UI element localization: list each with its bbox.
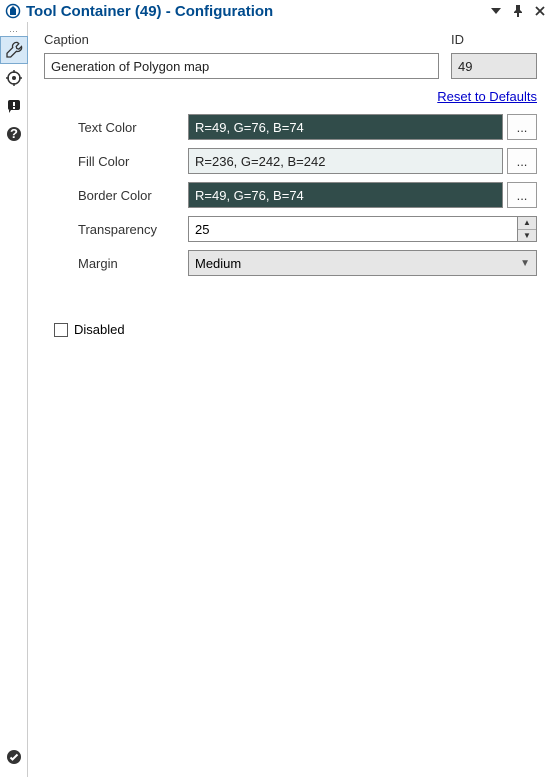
titlebar-controls bbox=[487, 2, 549, 20]
border-color-swatch[interactable]: R=49, G=76, B=74 bbox=[188, 182, 503, 208]
close-button[interactable] bbox=[531, 2, 549, 20]
id-label: ID bbox=[451, 32, 537, 47]
dropdown-button[interactable] bbox=[487, 2, 505, 20]
svg-text:?: ? bbox=[10, 126, 18, 141]
fill-color-label: Fill Color bbox=[78, 154, 188, 169]
text-color-value: R=49, G=76, B=74 bbox=[195, 120, 304, 135]
fill-color-swatch[interactable]: R=236, G=242, B=242 bbox=[188, 148, 503, 174]
text-color-picker-button[interactable]: ... bbox=[507, 114, 537, 140]
titlebar-title: Tool Container (49) - Configuration bbox=[26, 3, 487, 20]
caption-input[interactable] bbox=[44, 53, 439, 79]
chevron-down-icon: ▼ bbox=[520, 258, 530, 269]
titlebar: Tool Container (49) - Configuration bbox=[0, 0, 553, 22]
wrench-icon bbox=[5, 41, 23, 59]
caption-label: Caption bbox=[44, 32, 435, 47]
help-icon: ? bbox=[6, 126, 22, 142]
sidebar-messages-tab[interactable] bbox=[0, 92, 28, 120]
target-icon bbox=[6, 70, 22, 86]
transparency-label: Transparency bbox=[78, 222, 188, 237]
disabled-label: Disabled bbox=[74, 322, 125, 337]
sidebar-target-tab[interactable] bbox=[0, 64, 28, 92]
pin-button[interactable] bbox=[509, 2, 527, 20]
fill-color-value: R=236, G=242, B=242 bbox=[195, 154, 325, 169]
tool-container-icon bbox=[4, 2, 22, 20]
border-color-picker-button[interactable]: ... bbox=[507, 182, 537, 208]
warning-icon bbox=[6, 98, 22, 114]
sidebar-config-tab[interactable] bbox=[0, 36, 28, 64]
margin-label: Margin bbox=[78, 256, 188, 271]
disabled-checkbox[interactable] bbox=[54, 323, 68, 337]
text-color-swatch[interactable]: R=49, G=76, B=74 bbox=[188, 114, 503, 140]
reset-defaults-link[interactable]: Reset to Defaults bbox=[44, 89, 537, 104]
sidebar-apply-button[interactable] bbox=[0, 743, 28, 771]
sidebar: ⋯ ? bbox=[0, 22, 28, 777]
config-panel: Caption ID Reset to Defaults Text Color … bbox=[28, 22, 553, 777]
text-color-label: Text Color bbox=[78, 120, 188, 135]
border-color-value: R=49, G=76, B=74 bbox=[195, 188, 304, 203]
transparency-down-button[interactable]: ▼ bbox=[518, 230, 536, 242]
transparency-spinner[interactable]: ▲ ▼ bbox=[188, 216, 537, 242]
border-color-label: Border Color bbox=[78, 188, 188, 203]
sidebar-help-tab[interactable]: ? bbox=[0, 120, 28, 148]
transparency-up-button[interactable]: ▲ bbox=[518, 217, 536, 230]
fill-color-picker-button[interactable]: ... bbox=[507, 148, 537, 174]
margin-select[interactable]: Medium ▼ bbox=[188, 250, 537, 276]
sidebar-overflow-icon[interactable]: ⋯ bbox=[0, 26, 27, 36]
check-icon bbox=[6, 749, 22, 765]
transparency-input[interactable] bbox=[188, 216, 517, 242]
margin-value: Medium bbox=[195, 256, 241, 271]
id-input[interactable] bbox=[451, 53, 537, 79]
